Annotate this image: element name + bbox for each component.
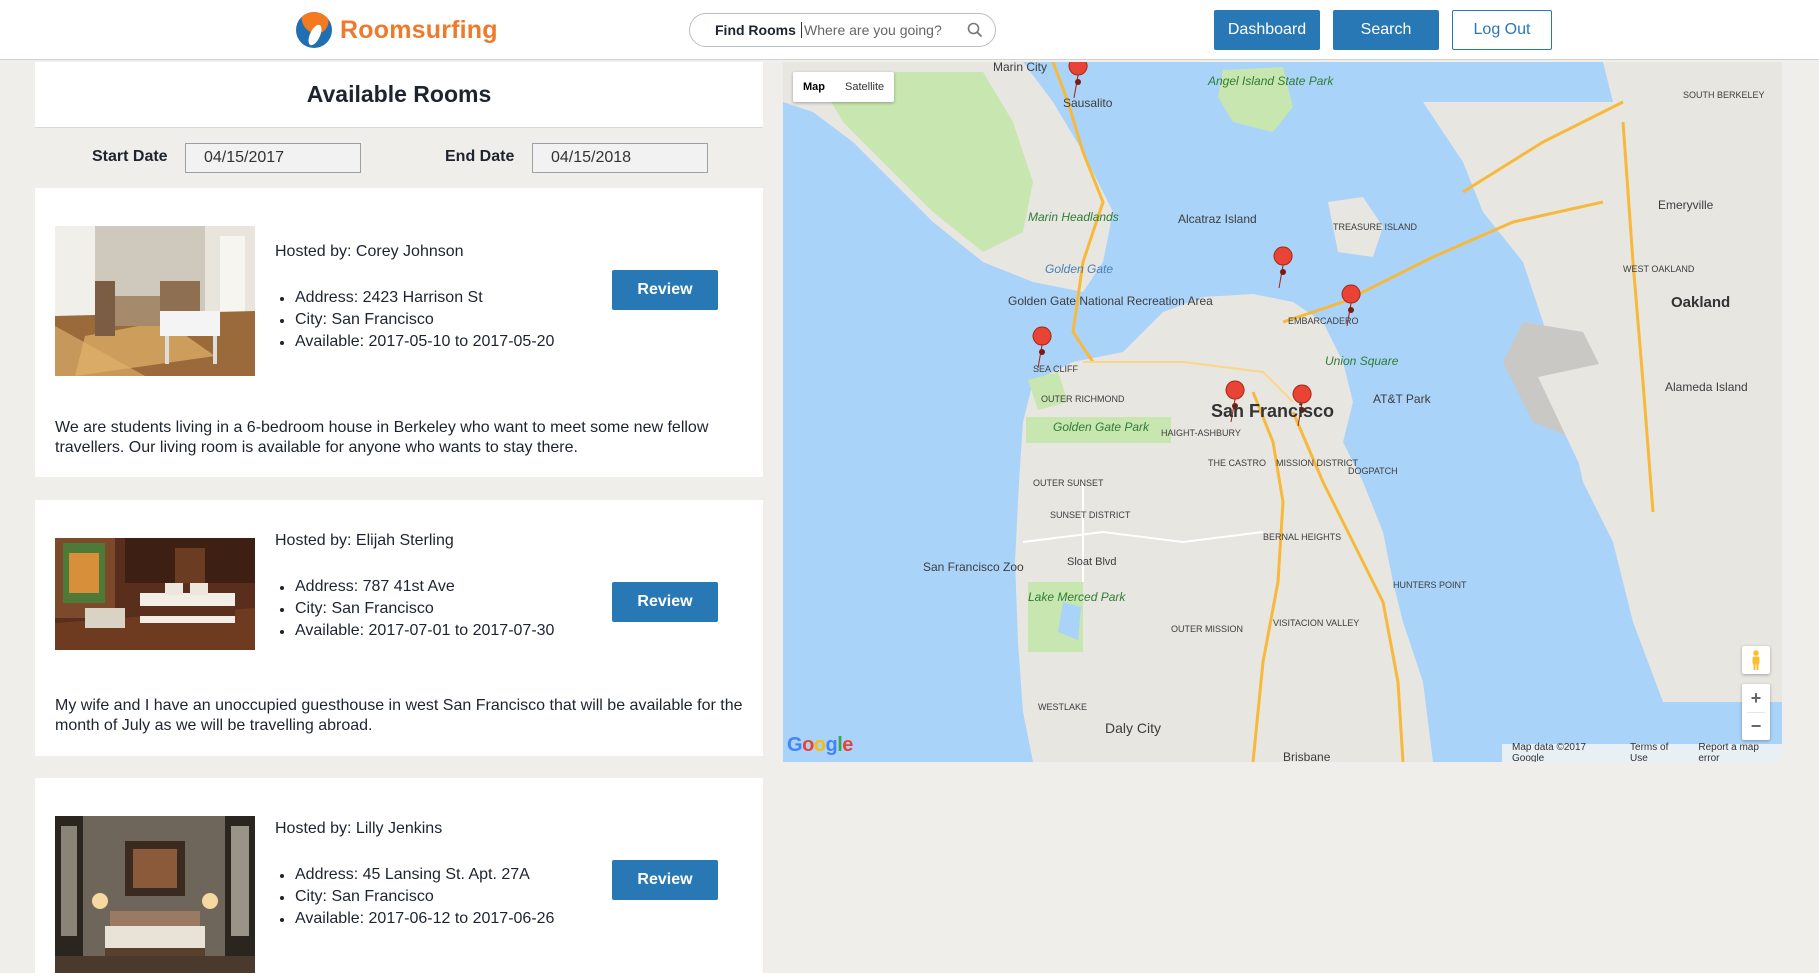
report-map-error-link[interactable]: Report a map error: [1698, 742, 1782, 762]
available-rooms-title: Available Rooms: [35, 62, 763, 128]
room-details-list: Address: 787 41st Ave City: San Francisc…: [275, 576, 554, 642]
search-button[interactable]: Search: [1333, 10, 1439, 50]
map-label-golden-gate: Golden Gate: [1045, 262, 1114, 276]
room-info: Hosted by: Corey Johnson Address: 2423 H…: [275, 243, 554, 353]
host-name: Hosted by: Lilly Jenkins: [275, 820, 443, 837]
room-photo: [55, 226, 255, 376]
map-label-dogpatch: DOGPATCH: [1348, 466, 1398, 476]
map-label-ggnra: Golden Gate National Recreation Area: [1008, 294, 1213, 308]
map-label-west-oakland: WEST OAKLAND: [1623, 264, 1695, 274]
roomsurfing-logo-icon: [296, 12, 332, 48]
end-date-input[interactable]: [532, 143, 708, 173]
map-label-sea-cliff: SEA CLIFF: [1033, 364, 1079, 374]
room-photo: [55, 538, 255, 650]
host-name: Hosted by: Corey Johnson: [275, 243, 464, 260]
map-label-emeryville: Emeryville: [1658, 198, 1714, 212]
room-availability: Available: 2017-05-10 to 2017-05-20: [275, 331, 554, 353]
room-details-list: Address: 45 Lansing St. Apt. 27A City: S…: [275, 864, 554, 930]
room-availability: Available: 2017-07-01 to 2017-07-30: [275, 620, 554, 642]
map-label-haight: HAIGHT-ASHBURY: [1161, 428, 1241, 438]
map-label-sloat: Sloat Blvd: [1067, 556, 1117, 568]
map-attribution-bar: Map data ©2017 Google Terms of Use Repor…: [1502, 742, 1782, 762]
host-name: Hosted by: Elijah Sterling: [275, 532, 454, 549]
room-address: Address: 2423 Harrison St: [275, 287, 554, 309]
map-label-south-berkeley: SOUTH BERKELEY: [1683, 90, 1765, 100]
map-label-brisbane: Brisbane: [1283, 750, 1331, 762]
room-city: City: San Francisco: [275, 309, 554, 331]
terms-of-use-link[interactable]: Terms of Use: [1630, 742, 1688, 762]
map-label-att-park: AT&T Park: [1373, 392, 1431, 406]
brand[interactable]: Roomsurfing: [296, 12, 498, 48]
map-label-mission: MISSION DISTRICT: [1276, 458, 1359, 468]
search-icon[interactable]: [967, 22, 983, 38]
map-label-westlake: WESTLAKE: [1038, 702, 1088, 712]
room-description: My wife and I have an unoccupied guestho…: [55, 697, 743, 734]
start-date-label: Start Date: [92, 148, 168, 165]
destination-search-input[interactable]: [801, 22, 961, 38]
search-bar: Find Rooms: [689, 13, 996, 47]
map-label-outer-sunset: OUTER SUNSET: [1033, 478, 1104, 488]
start-date-input[interactable]: [185, 143, 361, 173]
dashboard-button[interactable]: Dashboard: [1214, 10, 1320, 50]
rooms-map[interactable]: Marin City Sausalito Angel Island State …: [783, 62, 1782, 762]
end-date-label: End Date: [445, 148, 515, 165]
map-label-bernal: BERNAL HEIGHTS: [1263, 532, 1342, 542]
date-filter: Start Date End Date: [35, 142, 763, 174]
map-label-san-francisco: San Francisco: [1211, 401, 1335, 421]
top-navbar: Roomsurfing Find Rooms Dashboard Search …: [0, 0, 1819, 60]
map-label-sunset: SUNSET DISTRICT: [1050, 510, 1131, 520]
zoom-in-button[interactable]: +: [1742, 684, 1770, 712]
map-label-daly-city: Daly City: [1105, 720, 1162, 736]
map-label-outer-richmond: OUTER RICHMOND: [1041, 394, 1125, 404]
logout-button[interactable]: Log Out: [1452, 10, 1552, 50]
map-label-angel-island: Angel Island State Park: [1208, 74, 1334, 88]
room-details-list: Address: 2423 Harrison St City: San Fran…: [275, 287, 554, 353]
map-label-hunters-point: HUNTERS POINT: [1393, 580, 1467, 590]
find-rooms-label: Find Rooms: [715, 22, 796, 38]
google-logo[interactable]: Google: [787, 734, 853, 757]
review-button[interactable]: Review: [612, 270, 718, 310]
map-label-marin-headlands: Marin Headlands: [1028, 210, 1119, 224]
room-info: Hosted by: Lilly Jenkins Address: 45 Lan…: [275, 820, 554, 930]
room-availability: Available: 2017-06-12 to 2017-06-26: [275, 908, 554, 930]
map-label-visitacion: VISITACION VALLEY: [1273, 618, 1360, 628]
room-marker[interactable]: [1068, 62, 1088, 99]
room-address: Address: 787 41st Ave: [275, 576, 554, 598]
map-type-satellite-button[interactable]: Satellite: [835, 72, 894, 102]
room-card: Hosted by: Elijah Sterling Address: 787 …: [35, 500, 763, 756]
room-address: Address: 45 Lansing St. Apt. 27A: [275, 864, 554, 886]
map-label-lake-merced: Lake Merced Park: [1028, 590, 1126, 604]
map-type-map-button[interactable]: Map: [793, 72, 835, 102]
brand-name: Roomsurfing: [340, 15, 498, 44]
map-label-outer-mission: OUTER MISSION: [1171, 624, 1244, 634]
room-city: City: San Francisco: [275, 886, 554, 908]
map-label-castro: THE CASTRO: [1208, 458, 1267, 468]
map-type-control: Map Satellite: [793, 72, 895, 102]
map-label-marin-city: Marin City: [993, 62, 1048, 74]
room-card: Hosted by: Lilly Jenkins Address: 45 Lan…: [35, 778, 763, 973]
room-info: Hosted by: Elijah Sterling Address: 787 …: [275, 532, 554, 642]
room-marker[interactable]: [1273, 246, 1293, 289]
map-label-oakland: Oakland: [1671, 294, 1731, 311]
map-label-sausalito: Sausalito: [1063, 96, 1113, 110]
map-data-credit: Map data ©2017 Google: [1512, 742, 1587, 762]
map-label-alcatraz: Alcatraz Island: [1178, 212, 1257, 226]
map-label-golden-gate-park: Golden Gate Park: [1053, 420, 1150, 434]
map-label-treasure-island: TREASURE ISLAND: [1333, 222, 1418, 232]
zoom-out-button[interactable]: −: [1742, 712, 1770, 740]
room-city: City: San Francisco: [275, 598, 554, 620]
street-view-pegman-icon[interactable]: [1742, 646, 1770, 674]
map-label-embarcadero: EMBARCADERO: [1288, 316, 1359, 326]
zoom-control: + −: [1742, 684, 1770, 740]
review-button[interactable]: Review: [612, 582, 718, 622]
room-description: We are students living in a 6-bedroom ho…: [55, 419, 709, 456]
room-card: Hosted by: Corey Johnson Address: 2423 H…: [35, 188, 763, 477]
review-button[interactable]: Review: [612, 860, 718, 900]
room-photo: [55, 816, 255, 973]
map-label-union-square: Union Square: [1325, 354, 1399, 368]
room-marker[interactable]: [1032, 326, 1052, 369]
map-label-sf-zoo: San Francisco Zoo: [923, 560, 1024, 574]
map-label-alameda: Alameda Island: [1665, 380, 1748, 394]
